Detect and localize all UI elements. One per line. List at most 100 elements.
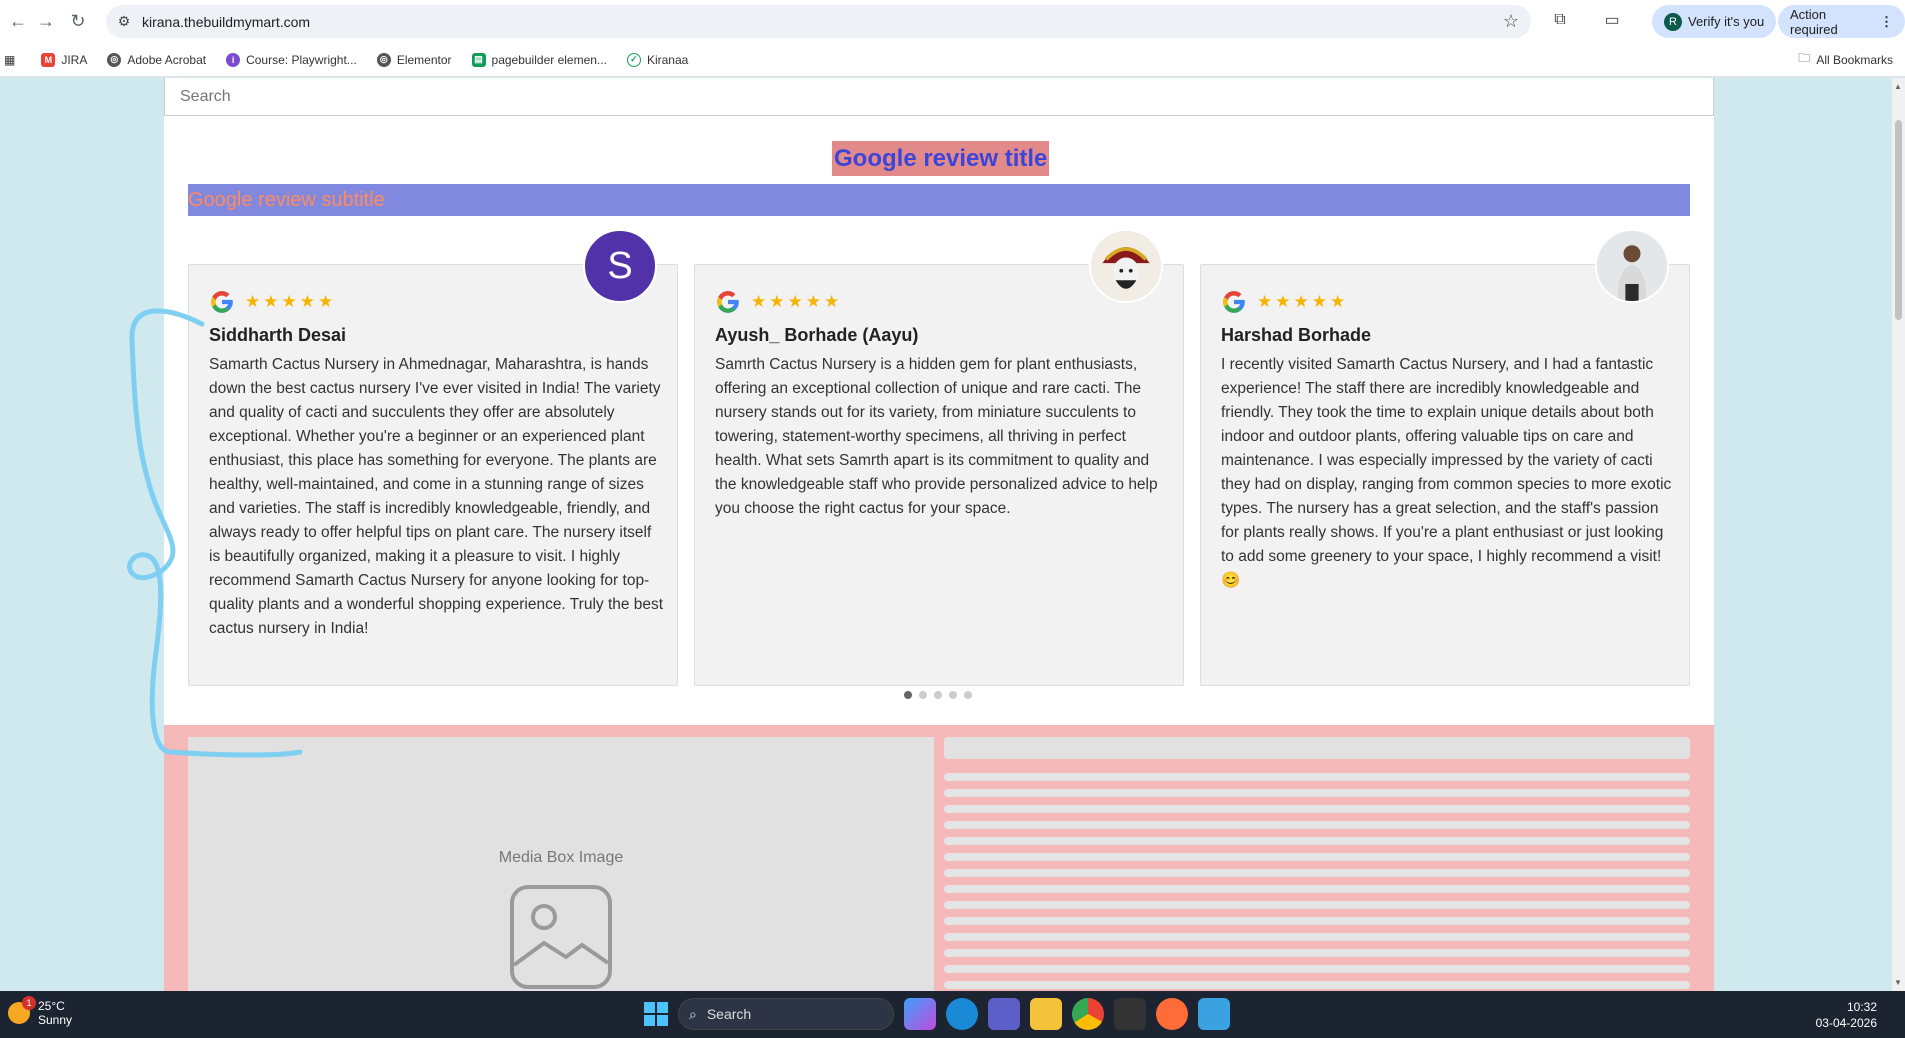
star-rating: ★★★★★ <box>1257 292 1349 311</box>
globe-icon: ◎ <box>376 52 391 67</box>
page-content: Google review title Google review subtit… <box>164 78 1714 991</box>
profile-avatar: R <box>1664 12 1682 31</box>
placeholder-line <box>944 885 1690 893</box>
avatar <box>1595 229 1669 303</box>
carousel-dot[interactable] <box>934 691 942 699</box>
placeholder-line <box>944 869 1690 877</box>
file-explorer-icon[interactable] <box>1030 998 1062 1030</box>
media-box-label: Media Box Image <box>498 849 624 866</box>
extensions-icon[interactable]: ⧉ <box>1548 8 1572 32</box>
gmail-icon: M <box>41 52 56 67</box>
copilot-icon[interactable] <box>904 998 936 1030</box>
scroll-thumb[interactable] <box>1895 120 1902 320</box>
placeholder-line <box>944 805 1690 813</box>
bookmark-pagebuilder[interactable]: ▤ pagebuilder elemen... <box>471 52 607 67</box>
carousel-dot[interactable] <box>964 691 972 699</box>
placeholder-line <box>944 965 1690 973</box>
placeholder-line <box>944 837 1690 845</box>
windows-start-icon[interactable] <box>644 1002 668 1026</box>
page-scrollbar[interactable]: ▲ ▼ <box>1892 78 1905 991</box>
terminal-icon[interactable] <box>1114 998 1146 1030</box>
teams-icon[interactable] <box>988 998 1020 1030</box>
bookmark-adobe-acrobat[interactable]: ◎ Adobe Acrobat <box>107 52 206 67</box>
placeholder-line <box>944 853 1690 861</box>
site-info-icon[interactable]: ⚙ <box>106 13 142 30</box>
notification-badge: 1 <box>22 996 36 1010</box>
kebab-menu-icon[interactable]: ⋮ <box>1880 14 1893 30</box>
notepad-icon[interactable] <box>1198 998 1230 1030</box>
placeholder-line <box>944 933 1690 941</box>
taskbar-search[interactable]: ⌕ Search <box>678 998 894 1030</box>
scroll-down-icon[interactable]: ▼ <box>1894 978 1902 987</box>
clock-date: 03-04-2026 <box>1815 1016 1877 1030</box>
avatar <box>1089 229 1163 303</box>
action-required-label: Action required <box>1790 6 1838 37</box>
bookmark-star-icon[interactable]: ☆ <box>1503 11 1519 32</box>
review-subtitle: Google review subtitle <box>188 184 1690 216</box>
postman-icon[interactable] <box>1156 998 1188 1030</box>
scroll-up-icon[interactable]: ▲ <box>1894 82 1902 91</box>
check-icon: ✓ <box>626 52 641 67</box>
google-logo-icon <box>1223 291 1245 313</box>
carousel-dot[interactable] <box>949 691 957 699</box>
bookmarks-bar: ▦ M JIRA ◎ Adobe Acrobat i Course: Playw… <box>0 43 1905 77</box>
carousel-dot[interactable] <box>904 691 912 699</box>
media-box: Media Box Image <box>188 737 934 991</box>
search-input[interactable] <box>165 78 1713 115</box>
reviewer-name: Ayush_ Borhade (Aayu) <box>715 325 919 345</box>
browser-toolbar: ← → ↻ ⚙ kirana.thebuildmymart.com ☆ ⧉ ▭ … <box>0 0 1905 43</box>
verify-button[interactable]: R Verify it's you <box>1652 5 1777 38</box>
google-logo-icon <box>717 291 739 313</box>
edge-icon[interactable] <box>946 998 978 1030</box>
reload-icon[interactable]: ↻ <box>60 4 96 40</box>
windows-taskbar: 1 25°C Sunny ⌕ Search 10:32 03-04-2026 <box>0 991 1905 1038</box>
review-card: ★★★★★ Ayush_ Borhade (Aayu) Samrth Cactu… <box>694 229 1184 686</box>
cast-icon[interactable]: ▭ <box>1600 8 1624 32</box>
forward-icon[interactable]: → <box>28 4 64 40</box>
weather-widget[interactable]: 1 25°C Sunny <box>8 996 73 1027</box>
review-text: Samrth Cactus Nursery is a hidden gem fo… <box>715 356 1158 517</box>
text-placeholder-lines <box>944 737 1690 991</box>
chrome-icon[interactable] <box>1072 998 1104 1030</box>
weather-condition: Sunny <box>38 1013 73 1027</box>
verify-label: Verify it's you <box>1688 14 1765 29</box>
review-card: ★★★★★ Harshad Borhade I recently visited… <box>1200 229 1690 686</box>
bookmark-jira[interactable]: M JIRA <box>41 52 87 67</box>
placeholder-line <box>944 981 1690 989</box>
carousel-dot[interactable] <box>919 691 927 699</box>
placeholder-line <box>944 917 1690 925</box>
url-text[interactable]: kirana.thebuildmymart.com <box>142 14 310 30</box>
image-placeholder-icon <box>510 885 612 989</box>
review-title: Google review title <box>832 141 1050 176</box>
search-bar <box>164 78 1714 116</box>
placeholder-line <box>944 773 1690 781</box>
placeholder-line <box>944 821 1690 829</box>
course-icon: i <box>226 52 241 67</box>
reviewer-name: Harshad Borhade <box>1221 325 1372 345</box>
taskbar-apps: ⌕ Search <box>644 998 1230 1030</box>
temperature: 25°C <box>38 999 65 1013</box>
placeholder-line <box>944 949 1690 957</box>
placeholder-line <box>944 901 1690 909</box>
address-bar[interactable]: ⚙ kirana.thebuildmymart.com ☆ <box>106 5 1531 38</box>
search-icon: ⌕ <box>689 1005 697 1022</box>
review-text: I recently visited Samarth Cactus Nurser… <box>1221 356 1672 589</box>
bookmark-kiranaa[interactable]: ✓ Kiranaa <box>626 52 688 67</box>
folder-icon: 🗀 <box>1798 51 1811 65</box>
apps-grid-icon[interactable]: ▦ <box>4 53 15 67</box>
media-section: Media Box Image <box>164 725 1714 991</box>
annotation-stroke <box>127 308 303 758</box>
system-clock[interactable]: 10:32 03-04-2026 <box>1816 999 1877 1031</box>
avatar-photo-icon <box>1597 231 1667 301</box>
action-required-button[interactable]: Action required ⋮ <box>1778 5 1905 38</box>
placeholder-line <box>944 789 1690 797</box>
carousel-pagination <box>904 691 972 699</box>
avatar: S <box>583 229 657 303</box>
star-rating: ★★★★★ <box>751 292 843 311</box>
avatar-photo-icon <box>1091 231 1161 301</box>
bookmark-elementor[interactable]: ◎ Elementor <box>376 52 452 67</box>
all-bookmarks-button[interactable]: 🗀 All Bookmarks <box>1798 49 1893 70</box>
sheets-icon: ▤ <box>471 52 486 67</box>
bookmark-course-playwright[interactable]: i Course: Playwright... <box>226 52 357 67</box>
clock-time: 10:32 <box>1846 1000 1877 1014</box>
